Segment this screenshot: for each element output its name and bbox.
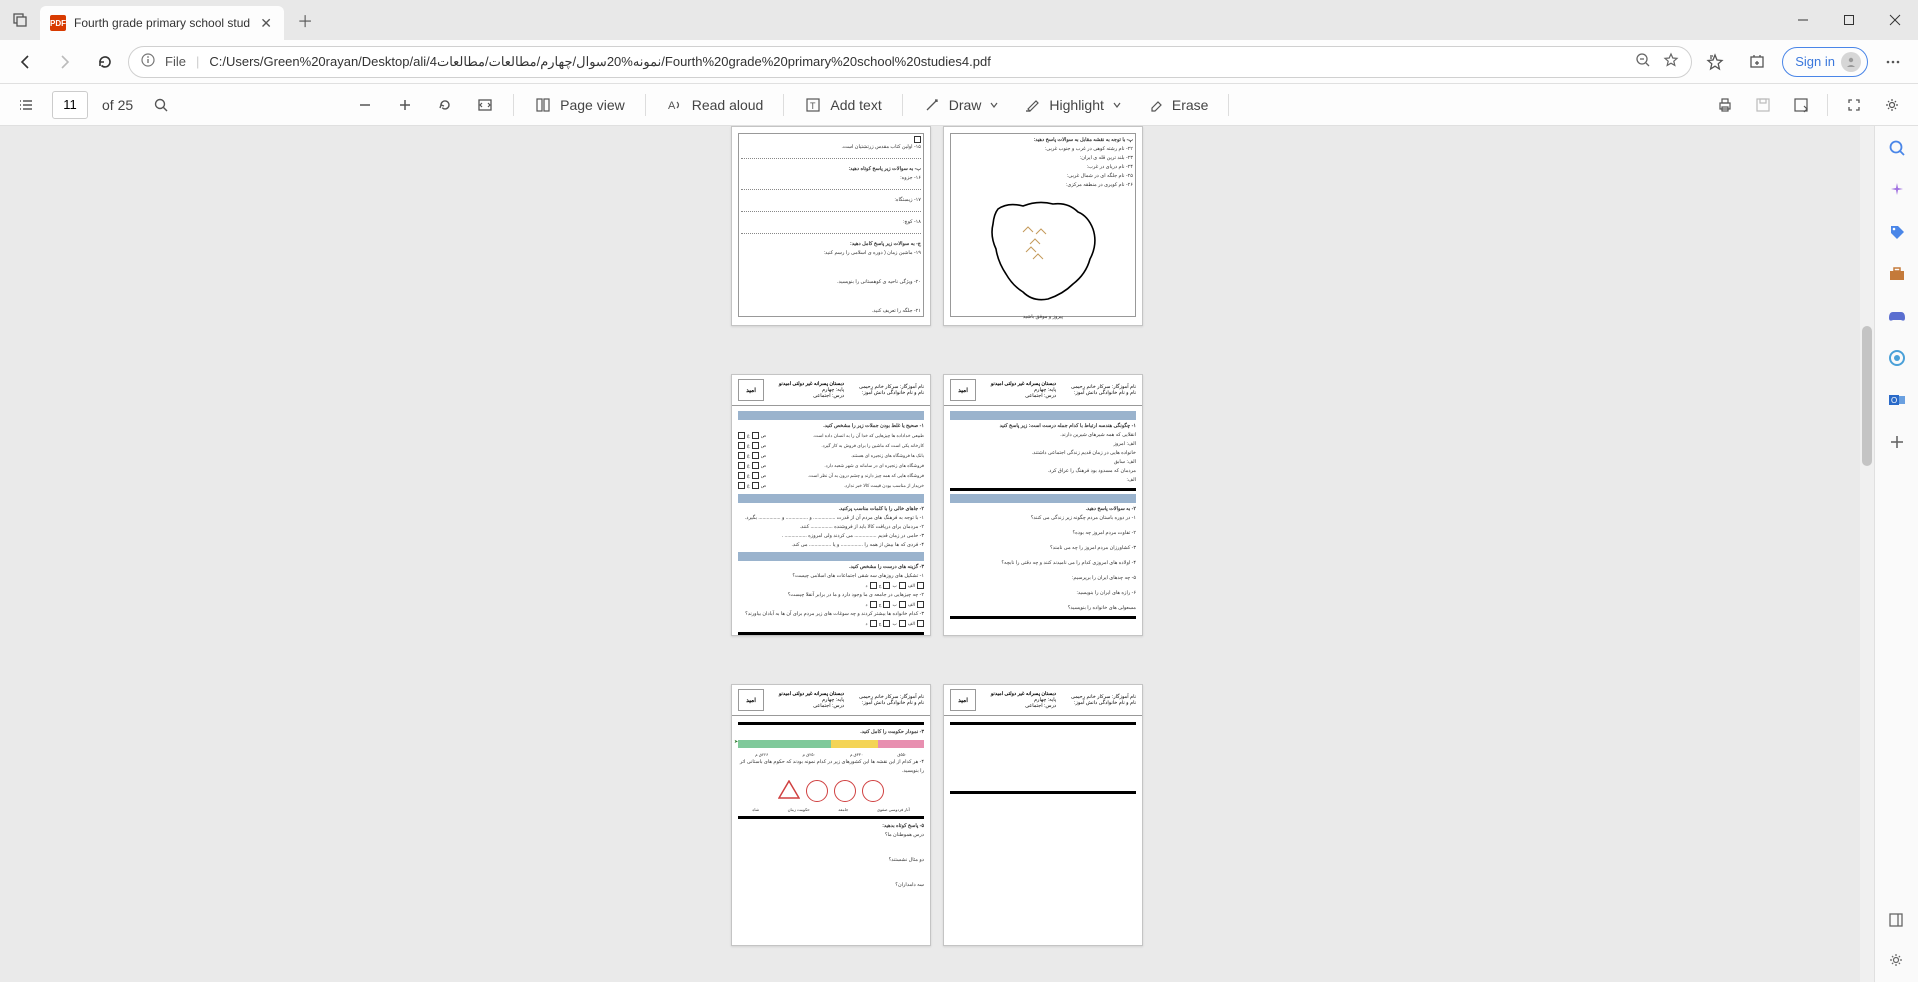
school-logo: امید bbox=[950, 379, 976, 401]
minimize-button[interactable] bbox=[1780, 0, 1826, 40]
games-icon[interactable] bbox=[1885, 304, 1909, 328]
add-icon[interactable] bbox=[1885, 430, 1909, 454]
chevron-down-icon bbox=[989, 100, 999, 110]
collapse-sidebar-icon[interactable] bbox=[1884, 908, 1908, 932]
svg-text:O: O bbox=[1891, 396, 1897, 405]
tab-title: Fourth grade primary school stud bbox=[74, 16, 250, 30]
highlight-label: Highlight bbox=[1049, 97, 1103, 113]
page-view-label: Page view bbox=[560, 97, 625, 113]
scrollbar-track[interactable] bbox=[1860, 126, 1874, 982]
school-logo: امید bbox=[738, 379, 764, 401]
avatar-icon bbox=[1841, 52, 1861, 72]
omnibox[interactable]: File | C:/Users/Green%20rayan/Desktop/al… bbox=[128, 46, 1692, 78]
scrollbar-thumb[interactable] bbox=[1862, 326, 1872, 466]
more-button[interactable] bbox=[1876, 45, 1910, 79]
save-as-button[interactable] bbox=[1783, 87, 1819, 123]
new-tab-button[interactable]: ＋ bbox=[288, 3, 322, 37]
print-button[interactable] bbox=[1707, 87, 1743, 123]
address-bar: File | C:/Users/Green%20rayan/Desktop/al… bbox=[0, 40, 1918, 84]
save-button[interactable] bbox=[1745, 87, 1781, 123]
collections-button[interactable] bbox=[1740, 45, 1774, 79]
browser-tab[interactable]: PDF Fourth grade primary school stud ✕ bbox=[40, 6, 284, 40]
zoom-out-icon[interactable] bbox=[1635, 52, 1651, 71]
sidebar-settings-icon[interactable] bbox=[1884, 948, 1908, 972]
fullscreen-button[interactable] bbox=[1836, 87, 1872, 123]
highlight-button[interactable]: Highlight bbox=[1013, 87, 1131, 123]
chevron-down-icon bbox=[1112, 100, 1122, 110]
draw-button[interactable]: Draw bbox=[913, 87, 1010, 123]
titlebar: PDF Fourth grade primary school stud ✕ ＋ bbox=[0, 0, 1918, 40]
site-info-icon[interactable] bbox=[141, 53, 155, 70]
contents-button[interactable] bbox=[8, 87, 44, 123]
pdf-page-thumb[interactable]: نام آموزگار: سرکار خانم رحیمی نام و نام … bbox=[731, 684, 931, 946]
draw-label: Draw bbox=[949, 97, 982, 113]
zoom-in-button[interactable] bbox=[387, 87, 423, 123]
pdf-page-thumb[interactable]: نام آموزگار: سرکار خانم رحیمی نام و نام … bbox=[731, 374, 931, 636]
school-logo: امید bbox=[950, 689, 976, 711]
pdf-icon: PDF bbox=[50, 15, 66, 31]
page-count-label: of 25 bbox=[96, 97, 139, 113]
settings-button[interactable] bbox=[1874, 87, 1910, 123]
briefcase-icon[interactable] bbox=[1885, 262, 1909, 286]
pdf-page-thumb[interactable]: پ- با توجه به نقشه مقابل به سوالات پاسخ … bbox=[943, 126, 1143, 326]
outlook-icon[interactable]: O bbox=[1885, 388, 1909, 412]
url-scheme: File bbox=[165, 54, 186, 69]
tab-actions-button[interactable] bbox=[0, 0, 40, 40]
tab-close-button[interactable]: ✕ bbox=[258, 15, 274, 31]
page-view-button[interactable]: Page view bbox=[524, 87, 635, 123]
page-number-input[interactable] bbox=[52, 91, 88, 119]
url-text: C:/Users/Green%20rayan/Desktop/ali/نمونه… bbox=[209, 54, 990, 70]
find-button[interactable] bbox=[143, 87, 179, 123]
tools-icon[interactable] bbox=[1885, 346, 1909, 370]
pdf-toolbar: of 25 Page view A Read aloud T Add text … bbox=[0, 84, 1918, 126]
pdf-page-thumb[interactable]: ۱۵- اولین کتاب مقدس زرتشتیان است. ب- به … bbox=[731, 126, 931, 326]
read-aloud-label: Read aloud bbox=[692, 97, 764, 113]
add-text-label: Add text bbox=[830, 97, 881, 113]
svg-text:T: T bbox=[810, 101, 816, 111]
maximize-button[interactable] bbox=[1826, 0, 1872, 40]
erase-label: Erase bbox=[1172, 97, 1209, 113]
fit-button[interactable] bbox=[467, 87, 503, 123]
school-logo: امید bbox=[738, 689, 764, 711]
sparkle-icon[interactable] bbox=[1885, 178, 1909, 202]
edge-sidebar: O bbox=[1874, 126, 1918, 982]
refresh-button[interactable] bbox=[88, 45, 122, 79]
signin-label: Sign in bbox=[1795, 54, 1835, 69]
pdf-page-thumb[interactable]: نام آموزگار: سرکار خانم رحیمی نام و نام … bbox=[943, 374, 1143, 636]
forward-button bbox=[48, 45, 82, 79]
rotate-button[interactable] bbox=[427, 87, 463, 123]
add-text-button[interactable]: T Add text bbox=[794, 87, 891, 123]
back-button[interactable] bbox=[8, 45, 42, 79]
zoom-out-button[interactable] bbox=[347, 87, 383, 123]
favorites-button[interactable] bbox=[1698, 45, 1732, 79]
pdf-viewer[interactable]: ۱۵- اولین کتاب مقدس زرتشتیان است. ب- به … bbox=[0, 126, 1874, 982]
close-window-button[interactable] bbox=[1872, 0, 1918, 40]
iran-map-icon bbox=[978, 194, 1108, 309]
favorite-icon[interactable] bbox=[1663, 52, 1679, 71]
erase-button[interactable]: Erase bbox=[1136, 87, 1219, 123]
read-aloud-button[interactable]: A Read aloud bbox=[656, 87, 774, 123]
svg-text:A: A bbox=[668, 100, 676, 112]
search-sidebar-icon[interactable] bbox=[1885, 136, 1909, 160]
signin-button[interactable]: Sign in bbox=[1782, 47, 1868, 77]
tag-icon[interactable] bbox=[1885, 220, 1909, 244]
pdf-page-thumb[interactable]: نام آموزگار: سرکار خانم رحیمی نام و نام … bbox=[943, 684, 1143, 946]
